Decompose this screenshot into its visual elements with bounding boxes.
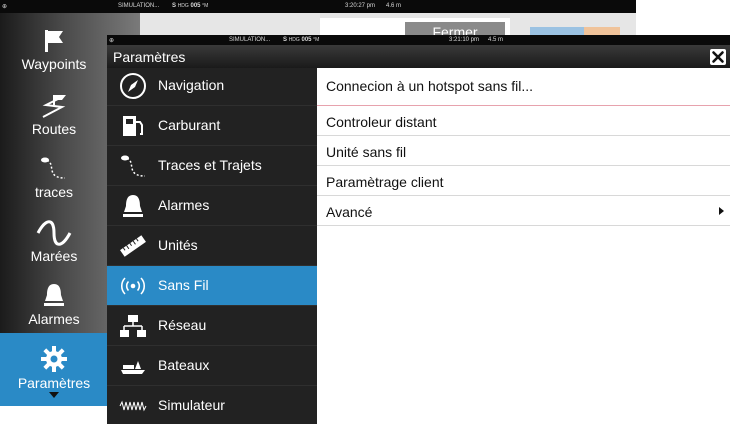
menu-item-label: Carburant [158, 117, 221, 133]
sidebar-item-label: traces [34, 184, 74, 200]
dialog-status-bar: ⊕ SIMULATION... S HDG 005 °M 3:21:10 pm … [107, 35, 730, 45]
menu-item-label: Bateaux [158, 357, 210, 373]
status-depth: 4.5 m [488, 37, 504, 43]
waveform-icon [119, 400, 147, 412]
bell-icon [44, 284, 64, 306]
back-status-globe-icon: ⊕ [2, 4, 8, 10]
sidebar-item-traces[interactable]: traces [0, 156, 108, 200]
menu-item-carburant[interactable]: Carburant [107, 106, 317, 146]
back-status-depth: 4.6 m [386, 3, 402, 9]
chevron-down-icon [49, 392, 59, 398]
menu-item-label: Traces et Trajets [158, 157, 262, 173]
status-heading: S HDG 005 °M [283, 37, 320, 43]
settings-menu: Navigation Carburant Traces et Trajets A… [107, 68, 317, 424]
option-label: Unité sans fil [326, 144, 407, 160]
option-label: Controleur distant [326, 114, 437, 130]
menu-item-simulateur[interactable]: Simulateur [107, 386, 317, 426]
route-icon [42, 95, 66, 118]
status-simulation: SIMULATION... [229, 37, 271, 43]
dialog-title: Paramètres [113, 49, 186, 65]
sidebar-item-label: Paramètres [17, 375, 91, 391]
option-controleur-distant[interactable]: Controleur distant [317, 106, 730, 136]
ruler-icon [120, 235, 146, 257]
option-parametrage-client[interactable]: Paramètrage client [317, 166, 730, 196]
option-label: Paramètrage client [326, 174, 444, 190]
option-avance[interactable]: Avancé [317, 196, 730, 226]
menu-item-label: Unités [158, 237, 198, 253]
option-unite-sans-fil[interactable]: Unité sans fil [317, 136, 730, 166]
wireless-icon [121, 277, 145, 295]
tide-icon [36, 220, 72, 246]
wireless-options-list: Connecion à un hotspot sans fil... Contr… [317, 68, 730, 226]
menu-item-navigation[interactable]: Navigation [107, 68, 317, 106]
back-status-heading: S HDG 005 °M [172, 3, 209, 9]
sidebar-item-marees[interactable]: Marées [0, 220, 108, 264]
menu-item-label: Réseau [158, 317, 207, 333]
menu-item-label: Simulateur [158, 397, 225, 413]
gear-icon [41, 346, 67, 372]
menu-item-bateaux[interactable]: Bateaux [107, 346, 317, 386]
back-status-simulation: SIMULATION... [118, 3, 160, 9]
sidebar-item-label: Alarmes [28, 311, 80, 327]
option-hotspot[interactable]: Connecion à un hotspot sans fil... [317, 68, 730, 106]
network-icon [120, 315, 146, 337]
trail-icon [41, 157, 66, 179]
menu-item-label: Alarmes [158, 197, 210, 213]
back-status-time: 3:20:27 pm [345, 3, 376, 9]
chevron-right-icon [719, 207, 724, 215]
flag-icon [45, 30, 63, 52]
menu-item-alarmes[interactable]: Alarmes [107, 186, 317, 226]
fuel-pump-icon [123, 116, 143, 136]
dialog-title-bar: Paramètres [107, 45, 730, 68]
sidebar-item-parametres[interactable]: Paramètres [0, 345, 108, 398]
bell-icon [123, 195, 143, 217]
option-label: Avancé [326, 204, 373, 220]
trail-icon [121, 155, 146, 177]
status-globe-icon: ⊕ [109, 38, 115, 44]
menu-item-label: Navigation [158, 77, 225, 93]
sidebar-item-waypoints[interactable]: Waypoints [0, 28, 108, 72]
sidebar-item-label: Routes [31, 121, 77, 137]
menu-item-sans-fil[interactable]: Sans Fil [107, 266, 317, 306]
back-status-bar: ⊕ SIMULATION... S HDG 005 °M 3:20:27 pm … [0, 0, 636, 13]
sidebar-item-routes[interactable]: Routes [0, 93, 108, 137]
boat-icon [121, 361, 145, 374]
close-icon [712, 51, 724, 63]
menu-item-label: Sans Fil [158, 277, 209, 293]
menu-item-traces-trajets[interactable]: Traces et Trajets [107, 146, 317, 186]
menu-item-unites[interactable]: Unités [107, 226, 317, 266]
compass-icon [120, 73, 146, 99]
sidebar-item-label: Waypoints [21, 56, 87, 72]
status-time: 3:21:10 pm [449, 37, 480, 43]
option-label: Connecion à un hotspot sans fil... [326, 78, 534, 94]
sidebar-item-alarmes[interactable]: Alarmes [0, 281, 108, 327]
menu-item-reseau[interactable]: Réseau [107, 306, 317, 346]
close-button[interactable] [710, 49, 726, 65]
settings-dialog: ⊕ SIMULATION... S HDG 005 °M 3:21:10 pm … [107, 35, 730, 424]
sidebar-item-label: Marées [30, 248, 78, 264]
